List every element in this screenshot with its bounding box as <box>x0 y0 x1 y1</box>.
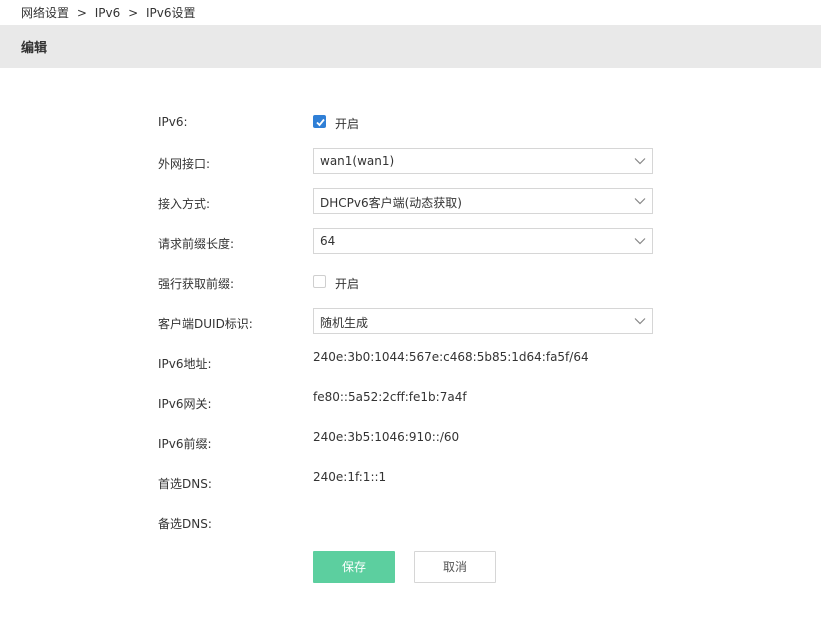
chevron-down-icon <box>634 198 646 205</box>
ipv6-address-label: IPv6地址: <box>158 357 212 371</box>
access-mode-label: 接入方式: <box>158 197 211 211</box>
save-button[interactable]: 保存 <box>313 551 395 583</box>
ipv6-enable-checkbox[interactable] <box>313 115 326 128</box>
prefix-length-select[interactable]: 64 <box>313 228 653 254</box>
ipv6-gateway-value: fe80::5a52:2cff:fe1b:7a4f <box>313 390 467 404</box>
primary-dns-value: 240e:1f:1::1 <box>313 470 387 484</box>
wan-interface-select[interactable]: wan1(wan1) <box>313 148 653 174</box>
prefix-length-value: 64 <box>320 234 336 248</box>
breadcrumb-separator: > <box>128 6 139 20</box>
section-title: 编辑 <box>21 41 48 56</box>
prefix-length-label: 请求前缀长度: <box>158 237 235 251</box>
access-mode-select[interactable]: DHCPv6客户端(动态获取) <box>313 188 653 214</box>
breadcrumb: 网络设置 > IPv6 > IPv6设置 <box>21 4 195 21</box>
chevron-down-icon <box>634 238 646 245</box>
ipv6-prefix-label: IPv6前缀: <box>158 437 212 451</box>
check-icon <box>316 118 325 127</box>
breadcrumb-separator: > <box>76 6 87 20</box>
chevron-down-icon <box>634 318 646 325</box>
breadcrumb-item-ipv6-settings: IPv6设置 <box>145 6 196 20</box>
force-prefix-enable-label[interactable]: 开启 <box>335 275 359 292</box>
access-mode-value: DHCPv6客户端(动态获取) <box>320 196 462 210</box>
chevron-down-icon <box>634 158 646 165</box>
force-prefix-checkbox[interactable] <box>313 275 326 288</box>
breadcrumb-item-network-settings[interactable]: 网络设置 <box>21 4 69 21</box>
duid-value: 随机生成 <box>320 316 369 330</box>
secondary-dns-label: 备选DNS: <box>158 517 212 531</box>
cancel-button[interactable]: 取消 <box>414 551 496 583</box>
ipv6-gateway-label: IPv6网关: <box>158 397 212 411</box>
duid-select[interactable]: 随机生成 <box>313 308 653 334</box>
ipv6-prefix-value: 240e:3b5:1046:910::/60 <box>313 430 460 444</box>
force-prefix-label: 强行获取前缀: <box>158 277 235 291</box>
ipv6-address-value: 240e:3b0:1044:567e:c468:5b85:1d64:fa5f/6… <box>313 350 589 364</box>
duid-label: 客户端DUID标识: <box>158 317 253 331</box>
wan-interface-label: 外网接口: <box>158 157 211 171</box>
primary-dns-label: 首选DNS: <box>158 477 212 491</box>
section-header: 编辑 <box>0 25 821 68</box>
wan-interface-value: wan1(wan1) <box>320 154 395 168</box>
ipv6-label: IPv6: <box>158 115 188 129</box>
ipv6-enable-label[interactable]: 开启 <box>335 115 359 132</box>
breadcrumb-item-ipv6[interactable]: IPv6 <box>95 6 121 20</box>
